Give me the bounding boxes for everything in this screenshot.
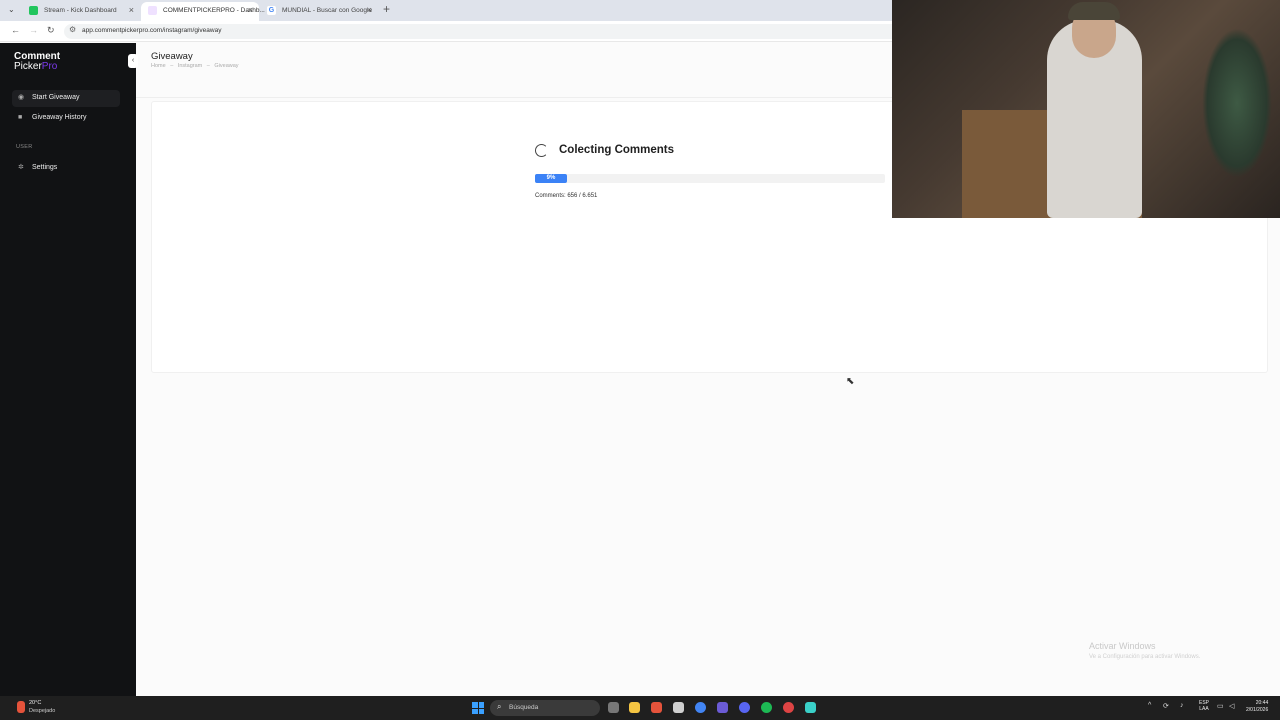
reload-icon[interactable]: ↻: [47, 25, 55, 36]
webcam-christmas-tree: [1202, 28, 1272, 178]
progress-percent-label: 9%: [546, 175, 556, 181]
tab-label: MUNDIAL - Buscar con Google: [282, 7, 373, 14]
spotify-icon[interactable]: [761, 702, 772, 713]
network-icon[interactable]: ▭: [1217, 702, 1224, 710]
lang-line2: LAA: [1199, 706, 1209, 712]
google-favicon-icon: G: [267, 6, 276, 15]
breadcrumb-separator: –: [206, 63, 210, 69]
collapse-sidebar-button[interactable]: ‹: [128, 54, 138, 68]
url-text: app.commentpickerpro.com/instagram/givea…: [82, 27, 222, 34]
sidebar-item-start-giveaway[interactable]: ◉ Start Giveaway: [12, 90, 120, 107]
store-icon[interactable]: [673, 702, 684, 713]
file-explorer-icon[interactable]: [629, 702, 640, 713]
progress-bar: 9%: [535, 174, 885, 183]
collecting-status-title: Colecting Comments: [559, 144, 675, 156]
brave-browser-icon[interactable]: [651, 702, 662, 713]
discord-icon[interactable]: [739, 702, 750, 713]
browser-tab-commentpicker[interactable]: COMMENTPICKERPRO - Dashb... ×: [141, 2, 265, 21]
search-icon: ⌕: [497, 702, 502, 711]
tab-label: Stream - Kick Dashboard: [44, 7, 117, 14]
site-settings-icon[interactable]: ⚙: [69, 25, 76, 34]
breadcrumb-home[interactable]: Home: [151, 63, 166, 69]
notepad-icon[interactable]: [805, 702, 816, 713]
webcam-overlay: [892, 0, 1280, 218]
target-icon: ◉: [18, 94, 25, 101]
kick-favicon-icon: [29, 6, 38, 15]
weather-description[interactable]: Despejado: [29, 708, 55, 714]
microphone-icon[interactable]: ♪: [1180, 702, 1184, 709]
sidebar-item-settings[interactable]: ✲ Settings: [12, 160, 120, 177]
history-icon: ■: [18, 114, 23, 121]
windows-start-icon[interactable]: [472, 702, 484, 714]
mouse-cursor-icon: ⬉: [846, 376, 855, 387]
weather-icon[interactable]: [17, 701, 25, 713]
sidebar-item-label: Settings: [32, 164, 58, 171]
system-clock[interactable]: 20:44 2/01/2026: [1246, 700, 1268, 714]
breadcrumb-instagram[interactable]: Instagram: [178, 63, 202, 69]
app-logo[interactable]: Comment PickerPro: [14, 52, 60, 72]
weather-temperature[interactable]: 20°C: [29, 700, 41, 706]
windows-taskbar: 20°C Despejado ⌕ Búsqueda ^ ⟳ ♪ ESP LAA …: [0, 696, 1280, 720]
sidebar-item-label: Start Giveaway: [32, 94, 80, 101]
browser-tab-kick[interactable]: Stream - Kick Dashboard ×: [22, 2, 140, 21]
language-indicator[interactable]: ESP LAA: [1199, 700, 1209, 712]
obs-icon[interactable]: [783, 702, 794, 713]
tab-list-chevron-icon[interactable]: ⌄: [8, 5, 15, 14]
logo-line2-pro: Pro: [41, 61, 58, 72]
teams-icon[interactable]: [717, 702, 728, 713]
activate-windows-subtitle: Ve a Configuración para activar Windows.: [1089, 654, 1201, 660]
sidebar-item-giveaway-history[interactable]: ■ Giveaway History: [12, 110, 120, 127]
commentpicker-favicon-icon: [148, 6, 157, 15]
close-icon[interactable]: ×: [248, 2, 253, 19]
gear-icon: ✲: [18, 164, 24, 171]
breadcrumb-separator: –: [170, 63, 174, 69]
sync-icon[interactable]: ⟳: [1163, 702, 1169, 710]
close-icon[interactable]: ×: [129, 2, 134, 19]
taskbar-search-placeholder: Búsqueda: [509, 704, 539, 711]
loading-spinner-icon: [535, 144, 548, 157]
webcam-person-cap: [1068, 2, 1120, 20]
taskbar-search-box[interactable]: ⌕ Búsqueda: [490, 700, 600, 716]
sidebar-item-label: Giveaway History: [32, 114, 87, 121]
new-tab-plus-icon[interactable]: +: [383, 2, 390, 16]
close-icon[interactable]: ×: [367, 2, 372, 19]
page-title: Giveaway: [151, 51, 193, 62]
clock-time: 20:44: [1255, 700, 1269, 706]
breadcrumb-giveaway: Giveaway: [214, 63, 239, 69]
clock-date: 2/01/2026: [1246, 707, 1269, 713]
activate-windows-title: Activar Windows: [1089, 641, 1156, 651]
back-arrow-icon[interactable]: ←: [11, 25, 20, 35]
breadcrumb: Home – Instagram – Giveaway: [151, 63, 242, 69]
volume-icon[interactable]: ◁: [1229, 702, 1234, 710]
forward-arrow-icon[interactable]: →: [29, 25, 38, 35]
logo-line2-picker: Picker: [14, 61, 42, 72]
sidebar-section-user: USER: [16, 144, 33, 150]
task-view-icon[interactable]: [608, 702, 619, 713]
chrome-icon[interactable]: [695, 702, 706, 713]
chevron-up-icon[interactable]: ^: [1148, 702, 1151, 709]
comments-count: Comments: 656 / 6.651: [535, 193, 598, 199]
browser-tab-google[interactable]: G MUNDIAL - Buscar con Google ×: [260, 2, 378, 21]
sidebar: Comment PickerPro ‹ ◉ Start Giveaway ■ G…: [0, 43, 138, 696]
